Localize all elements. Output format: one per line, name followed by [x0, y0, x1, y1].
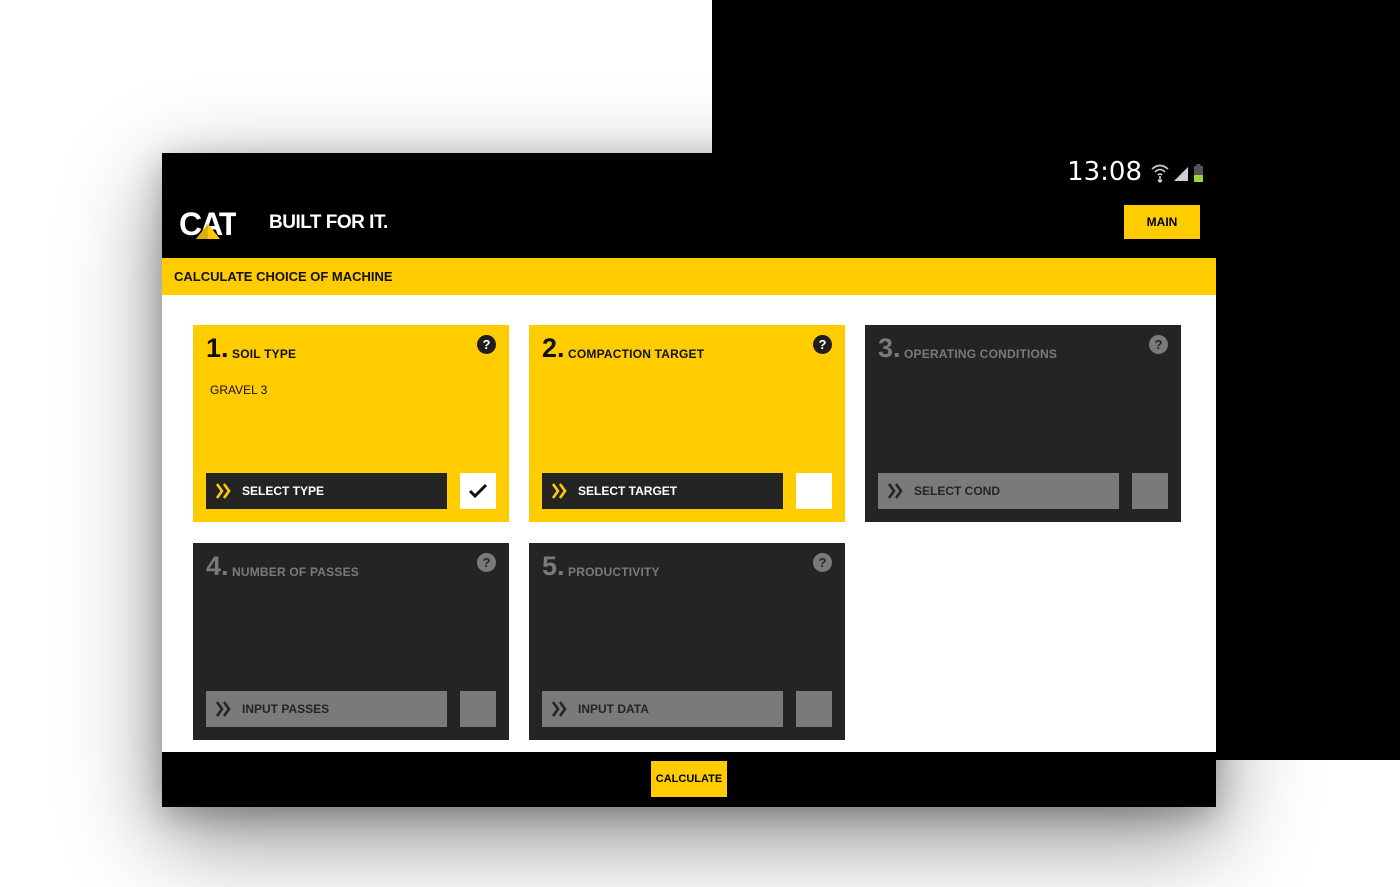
help-icon[interactable]: ? [477, 553, 496, 572]
main-button[interactable]: MAIN [1124, 205, 1200, 239]
step-card-number-of-passes: 4. NUMBER OF PASSES ? INPUT PASSES [193, 543, 509, 740]
help-icon[interactable]: ? [813, 335, 832, 354]
steps-grid: 1. SOIL TYPE ? GRAVEL 3 SELECT TYPE 2. C… [162, 295, 1216, 752]
step-number: 3. [878, 333, 901, 363]
double-chevron-icon [542, 691, 578, 727]
action-label: SELECT COND [914, 484, 1001, 498]
wifi-icon [1151, 164, 1169, 183]
input-passes-button[interactable]: INPUT PASSES [206, 691, 447, 727]
status-clock: 13:08 [1067, 157, 1142, 187]
step-checkbox[interactable] [1132, 473, 1168, 509]
footer-bar: CALCULATE [162, 752, 1216, 807]
cat-logo: CAT [179, 206, 236, 242]
checkmark-icon [468, 483, 488, 499]
input-data-button[interactable]: INPUT DATA [542, 691, 783, 727]
action-label: INPUT DATA [578, 702, 649, 716]
step-title: PRODUCTIVITY [568, 565, 660, 579]
step-title: OPERATING CONDITIONS [904, 347, 1058, 361]
page-title-bar: CALCULATE CHOICE OF MACHINE [162, 258, 1216, 295]
help-icon[interactable]: ? [477, 335, 496, 354]
step-card-compaction-target: 2. COMPACTION TARGET ? SELECT TARGET [529, 325, 845, 522]
app-header: CAT BUILT FOR IT. MAIN [162, 191, 1216, 258]
select-cond-button[interactable]: SELECT COND [878, 473, 1119, 509]
help-icon[interactable]: ? [813, 553, 832, 572]
step-checkbox[interactable] [796, 691, 832, 727]
action-label: INPUT PASSES [242, 702, 330, 716]
double-chevron-icon [542, 473, 578, 509]
step-title: NUMBER OF PASSES [232, 565, 359, 579]
step-number: 1. [206, 333, 229, 363]
double-chevron-icon [206, 691, 242, 727]
step-checkbox[interactable] [796, 473, 832, 509]
action-label: SELECT TYPE [242, 484, 325, 498]
select-target-button[interactable]: SELECT TARGET [542, 473, 783, 509]
step-checkbox[interactable] [460, 691, 496, 727]
help-icon[interactable]: ? [1149, 335, 1168, 354]
step-card-operating-conditions: 3. OPERATING CONDITIONS ? SELECT COND [865, 325, 1181, 522]
tablet-screen: 13:08 CAT BUILT FOR IT. MAIN CALCULATE C… [162, 153, 1216, 807]
step-checkbox[interactable] [460, 473, 496, 509]
calculate-button[interactable]: CALCULATE [651, 761, 727, 797]
step-card-productivity: 5. PRODUCTIVITY ? INPUT DATA [529, 543, 845, 740]
step-number: 4. [206, 551, 229, 581]
battery-icon [1194, 164, 1203, 182]
step-value: GRAVEL 3 [210, 383, 268, 397]
double-chevron-icon [206, 473, 242, 509]
signal-icon [1174, 167, 1188, 181]
step-number: 5. [542, 551, 565, 581]
step-number: 2. [542, 333, 565, 363]
status-bar: 13:08 [162, 153, 1216, 191]
status-icons [1151, 164, 1203, 183]
brand-tagline: BUILT FOR IT. [269, 212, 388, 233]
step-card-soil-type: 1. SOIL TYPE ? GRAVEL 3 SELECT TYPE [193, 325, 509, 522]
action-label: SELECT TARGET [578, 484, 678, 498]
select-type-button[interactable]: SELECT TYPE [206, 473, 447, 509]
step-title: COMPACTION TARGET [568, 347, 705, 361]
step-title: SOIL TYPE [232, 347, 297, 361]
page-title: CALCULATE CHOICE OF MACHINE [174, 269, 393, 284]
double-chevron-icon [878, 473, 914, 509]
